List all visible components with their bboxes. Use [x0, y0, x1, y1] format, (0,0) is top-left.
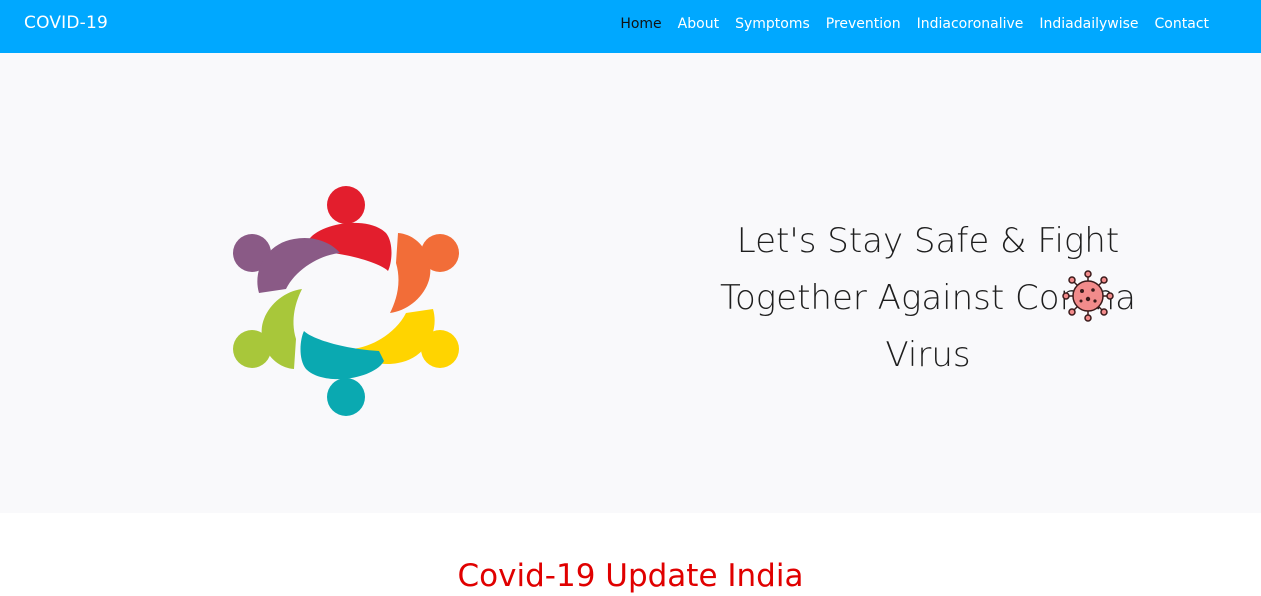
nav-prevention[interactable]: Prevention	[818, 15, 909, 33]
navbar: COVID-19 Home About Symptoms Prevention …	[0, 0, 1261, 53]
coronavirus-icon	[1062, 270, 1114, 322]
brand-link[interactable]: COVID-19	[24, 13, 108, 33]
nav-contact[interactable]: Contact	[1147, 15, 1217, 33]
nav-indiadailywise[interactable]: Indiadailywise	[1031, 15, 1146, 33]
nav-home[interactable]: Home	[612, 15, 669, 33]
headline-line-1: Let's Stay Safe & Fight	[736, 221, 1120, 261]
nav-about[interactable]: About	[670, 15, 727, 33]
section-title: Covid-19 Update India	[457, 558, 804, 594]
community-circle-icon	[233, 186, 459, 416]
hero-headline: Let's Stay Safe & Fight Together Against…	[660, 213, 1196, 384]
nav-symptoms[interactable]: Symptoms	[727, 15, 818, 33]
nav-menu: Home About Symptoms Prevention Indiacoro…	[612, 15, 1217, 33]
nav-indiacoronalive[interactable]: Indiacoronalive	[909, 15, 1032, 33]
headline-line-3: Virus	[885, 335, 971, 375]
headline-line-2: Together Against Corona	[719, 278, 1136, 318]
